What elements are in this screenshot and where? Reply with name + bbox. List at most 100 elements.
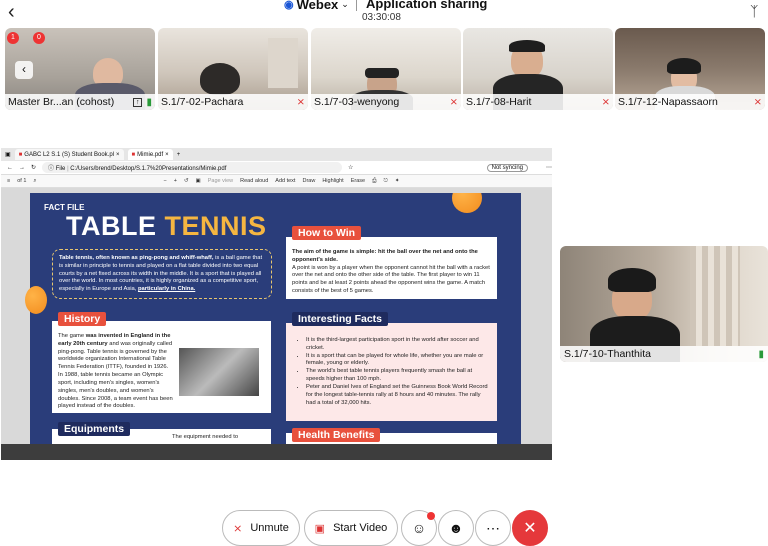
microphone-muted-icon: ⨯ [601,96,610,108]
participant-name-bar: S.1/7-02-Pachara ⨯ [158,94,308,110]
tool-page-view[interactable]: Page view [208,178,233,184]
participant-tile[interactable]: S.1/7-02-Pachara ⨯ [158,28,308,110]
more-button[interactable]: ⋯ [475,510,511,546]
participant-name-bar: S.1/7-08-Harit ⨯ [463,94,613,110]
save-icon[interactable]: ⎋ [384,178,388,185]
participants-icon: ☺ [411,520,427,536]
unmute-button[interactable]: ⨯ Unmute [222,510,300,546]
pdf-icon: ■ [131,151,136,158]
participant-tile[interactable]: S.1/7-03-wenyong ⨯ [311,28,461,110]
rotate-icon[interactable]: ↺ [184,178,189,184]
history-section: The game was invented in England in the … [52,321,271,413]
equipments-heading: Equipments [58,422,131,436]
forward-icon[interactable]: → [19,165,25,171]
pdf-toolbar: ≡ of 1 ⌕ − + ↺ ▣ Page view Read aloud Ad… [1,175,552,188]
sync-button[interactable]: Not syncing [486,163,528,172]
start-video-label: Start Video [333,522,388,534]
participant-tile[interactable]: S.1/7-08-Harit ⨯ [463,28,613,110]
tab-student-book[interactable]: ■ GABC L2 S.1 (S) Student Book.pl × [14,149,124,160]
more-icon[interactable]: ⋯ [546,164,552,171]
pdf-title: TABLE TENNIS [66,211,267,242]
equip-text: The equipment needed to [172,434,239,440]
fact-item: Peter and Daniel Ives of England set the… [306,384,491,407]
share-screen-icon: ↑ [132,97,143,107]
location-pin-icon: ◉ [284,0,294,11]
start-video-button[interactable]: ▣ Start Video [304,510,398,546]
tab-actions-icon[interactable]: ▣ [5,151,11,158]
menu-icon[interactable]: ≡ [7,178,10,184]
microphone-muted-icon: ⨯ [449,96,458,108]
url-input[interactable]: ⓘ File | C:/Users/brend/Desktop/S.1.7%20… [42,162,343,173]
chevron-left-icon[interactable]: ‹ [15,61,33,79]
tab-label: GABC L2 S.1 (S) Student Book.pl [24,151,115,158]
leave-button[interactable]: ✕ [512,510,548,546]
history-heading: History [58,312,107,326]
new-tab-icon[interactable]: + [177,152,181,158]
fact-item: The world's best table tennis players fr… [306,368,491,384]
intro-link: particularly in China. [137,286,196,293]
emoji-icon: ☻ [448,520,464,536]
pdf-icon: ■ [18,151,23,158]
intro-bold: Table tennis, often known as ping-pong a… [59,255,214,261]
pdf-page: FACT FILE TABLE TENNIS Table tennis, oft… [30,193,521,444]
close-icon[interactable]: × [116,152,120,158]
chevron-down-icon: ⌄ [341,0,349,9]
participant-tile[interactable]: 1 0 ‹ Master Br...an (cohost) ↑ ▮ [5,28,155,110]
history-part: The game [58,333,86,339]
participant-name-bar: Master Br...an (cohost) ↑ ▮ [5,94,155,110]
ping-pong-ball-image [25,286,47,314]
participant-name: Master Br...an (cohost) [8,96,115,108]
htw-text: A point is won by a player when the oppo… [292,264,490,295]
more-icon: ⋯ [486,519,500,536]
refresh-icon[interactable]: ↻ [31,164,36,171]
health-heading: Health Benefits [292,428,381,442]
tool-draw[interactable]: Draw [302,178,315,184]
tool-add-text[interactable]: Add text [275,178,295,184]
participant-tile-large[interactable]: S.1/7-10-Thanthita ▮ [560,246,768,362]
chevron-left-icon[interactable]: ‹ [8,2,26,22]
pin-icon[interactable]: ✦ [395,178,400,184]
app-title[interactable]: ◉ Webex ⌄ [284,0,349,12]
tool-highlight[interactable]: Highlight [322,178,343,184]
badge-count: 0 [33,32,45,44]
tool-read-aloud[interactable]: Read aloud [240,178,268,184]
participant-name: S.1/7-08-Harit [466,96,532,108]
print-icon[interactable]: ⎙ [372,178,376,185]
browser-window: ▣ ■ GABC L2 S.1 (S) Student Book.pl × ■ … [1,148,552,444]
htw-bold: The aim of the game is simple: hit the b… [292,249,478,263]
facts-heading: Interesting Facts [292,312,389,326]
participant-name: S.1/7-02-Pachara [161,96,244,108]
bluetooth-icon: ᛉ [750,3,759,19]
divider [356,0,357,11]
address-bar: ← → ↻ ⓘ File | C:/Users/brend/Desktop/S.… [1,161,552,175]
search-icon[interactable]: ⌕ [33,178,36,185]
shared-application[interactable]: ▣ ■ GABC L2 S.1 (S) Student Book.pl × ■ … [1,148,552,460]
participants-button[interactable]: ☺ [401,510,437,546]
title-part: TABLE [66,211,157,241]
tab-mimie[interactable]: ■ Mimie.pdf × [127,149,173,160]
tool-erase[interactable]: Erase [351,178,365,184]
ping-pong-ball-image [452,193,482,213]
fit-icon[interactable]: ▣ [196,178,201,184]
participant-name: S.1/7-10-Thanthita [564,348,651,360]
reactions-button[interactable]: ☻ [438,510,474,546]
participant-tile[interactable]: S.1/7-12-Napassaorn ⨯ [615,28,765,110]
microphone-muted-icon: ⨯ [296,96,305,108]
participant-name-bar: S.1/7-10-Thanthita ▮ [560,346,768,362]
taskbar-strip [1,444,552,460]
zoom-out-icon[interactable]: − [164,178,167,184]
zoom-in-icon[interactable]: + [174,178,177,184]
close-icon[interactable]: × [165,152,169,158]
history-photo [179,348,259,396]
unmute-label: Unmute [250,522,289,534]
back-icon[interactable]: ← [7,165,13,171]
star-icon[interactable]: ☆ [348,164,353,171]
microphone-icon: ▮ [758,348,764,360]
title-part: TENNIS [164,211,267,241]
meeting-controls: ⨯ Unmute ▣ Start Video ☺ ☻ ⋯ ✕ [0,506,768,546]
tab-bar: ▣ ■ GABC L2 S.1 (S) Student Book.pl × ■ … [1,148,552,161]
close-icon: ✕ [523,520,537,537]
participant-name: S.1/7-03-wenyong [314,96,400,108]
fact-item: It is the third-largest participation sp… [306,337,491,353]
participant-name-bar: S.1/7-12-Napassaorn ⨯ [615,94,765,110]
